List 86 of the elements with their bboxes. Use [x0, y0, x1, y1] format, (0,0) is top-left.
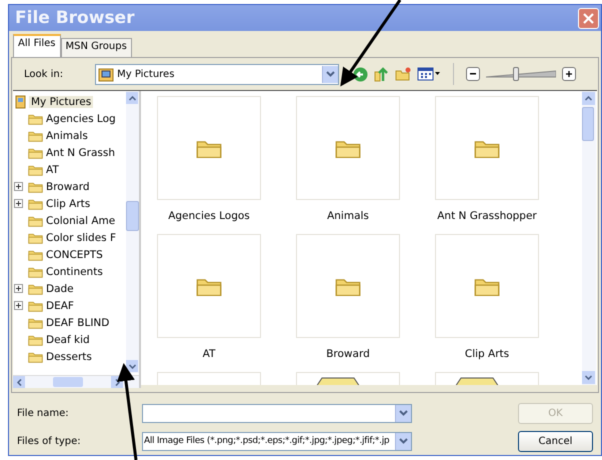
folder-icon [28, 214, 43, 226]
scroll-up-button[interactable] [582, 92, 595, 105]
close-button[interactable] [578, 8, 599, 28]
folder-icon [28, 266, 43, 278]
zoom-in-button[interactable] [562, 67, 576, 81]
close-icon [583, 12, 594, 24]
caret-up-icon [128, 96, 136, 100]
folder-icon [28, 282, 43, 294]
folder-tile[interactable] [435, 96, 539, 200]
slider-track-icon [486, 69, 556, 79]
folder-icon [28, 248, 43, 260]
expand-icon[interactable] [14, 182, 23, 191]
caret-up-icon [585, 96, 592, 101]
tree-item[interactable]: DEAF BLIND [46, 316, 110, 328]
folder-icon [28, 112, 43, 124]
tab[interactable]: All Files [13, 34, 61, 57]
folder-name: AT [202, 348, 216, 360]
folder-icon [28, 300, 43, 312]
scrollbar-thumb[interactable] [126, 201, 139, 231]
folder-icon [28, 180, 43, 192]
slider-thumb[interactable] [512, 67, 519, 81]
cancel-button[interactable]: Cancel [518, 430, 593, 452]
pictures-folder-icon [15, 94, 26, 108]
tree-item[interactable]: Color slides F [46, 232, 116, 244]
folder-name: Clip Arts [464, 348, 510, 360]
tree-item[interactable]: Agencies Log [46, 112, 116, 124]
tree-item[interactable]: My Pictures [29, 96, 94, 108]
look-in-label: Look in: [24, 68, 64, 80]
file-name-label: File name: [17, 408, 70, 418]
folder-icon [28, 146, 43, 158]
file-name-field[interactable] [142, 404, 412, 422]
tree-item[interactable]: Desserts [46, 350, 92, 362]
scrollbar-thumb[interactable] [582, 107, 594, 141]
folder-icon [28, 164, 43, 176]
folder-name: Broward [326, 348, 370, 360]
scrollbar-thumb[interactable] [53, 377, 83, 387]
scroll-up-button[interactable] [126, 92, 138, 104]
window-title: File Browser [15, 8, 134, 28]
folder-tile[interactable] [157, 96, 261, 200]
folder-name: Agencies Logos [168, 210, 250, 222]
tree-item[interactable]: Continents [46, 266, 103, 278]
caret-right-icon [114, 378, 120, 386]
tree-item[interactable]: Colonial Ame [46, 214, 116, 226]
minus-icon [470, 73, 476, 75]
folder-tile[interactable] [296, 234, 400, 338]
caret-down-icon [128, 364, 136, 368]
folder-name: Ant N Grasshopper [437, 210, 537, 222]
file-type-label: Files of type: [17, 436, 82, 446]
caret-down-icon [585, 375, 592, 380]
folder-icon [28, 316, 43, 328]
folder-icon [28, 232, 43, 244]
expand-icon[interactable] [14, 199, 23, 208]
folder-icon [28, 198, 43, 210]
tree-item[interactable]: Animals [46, 130, 88, 142]
tree-item[interactable]: Ant N Grassh [46, 146, 115, 158]
tree-item[interactable]: Clip Arts [46, 198, 90, 210]
scroll-left-button[interactable] [13, 376, 25, 388]
expand-icon[interactable] [14, 284, 23, 293]
tree-item[interactable]: Dade [46, 282, 74, 294]
expand-icon[interactable] [14, 301, 23, 310]
tree-item[interactable]: CONCEPTS [46, 248, 103, 260]
tab[interactable]: MSN Groups [60, 38, 132, 57]
folder-tile[interactable] [296, 96, 400, 200]
tree-item[interactable]: AT [46, 164, 59, 176]
image-thumbnail [455, 377, 499, 385]
scroll-down-button[interactable] [126, 360, 138, 372]
tree-item[interactable]: DEAF [46, 300, 74, 312]
plus-icon [566, 71, 572, 77]
view-menu-icon[interactable] [417, 67, 442, 81]
caret-left-icon [16, 378, 22, 386]
folder-icon [28, 334, 43, 346]
folder-name: Animals [327, 210, 369, 222]
look-in-dropdown[interactable]: My Pictures [95, 64, 340, 84]
folder-tile[interactable] [435, 234, 539, 338]
zoom-out-button[interactable] [466, 67, 480, 81]
image-thumbnail [316, 377, 360, 385]
file-type-dropdown[interactable]: All Image Files (*.png;*.psd;*.eps;*.gif;*.jpg;*.jpeg;*.jfif;*.jp [142, 432, 412, 450]
new-folder-icon[interactable] [395, 67, 412, 81]
folder-icon [28, 350, 43, 362]
folder-tile[interactable] [157, 234, 261, 338]
folder-up-icon[interactable] [374, 66, 390, 82]
folder-icon [28, 130, 43, 142]
tree-item[interactable]: Deaf kid [46, 334, 90, 346]
tree-item[interactable]: Broward [46, 180, 90, 192]
zoom-slider[interactable] [486, 69, 556, 79]
pictures-folder-icon [98, 66, 114, 82]
